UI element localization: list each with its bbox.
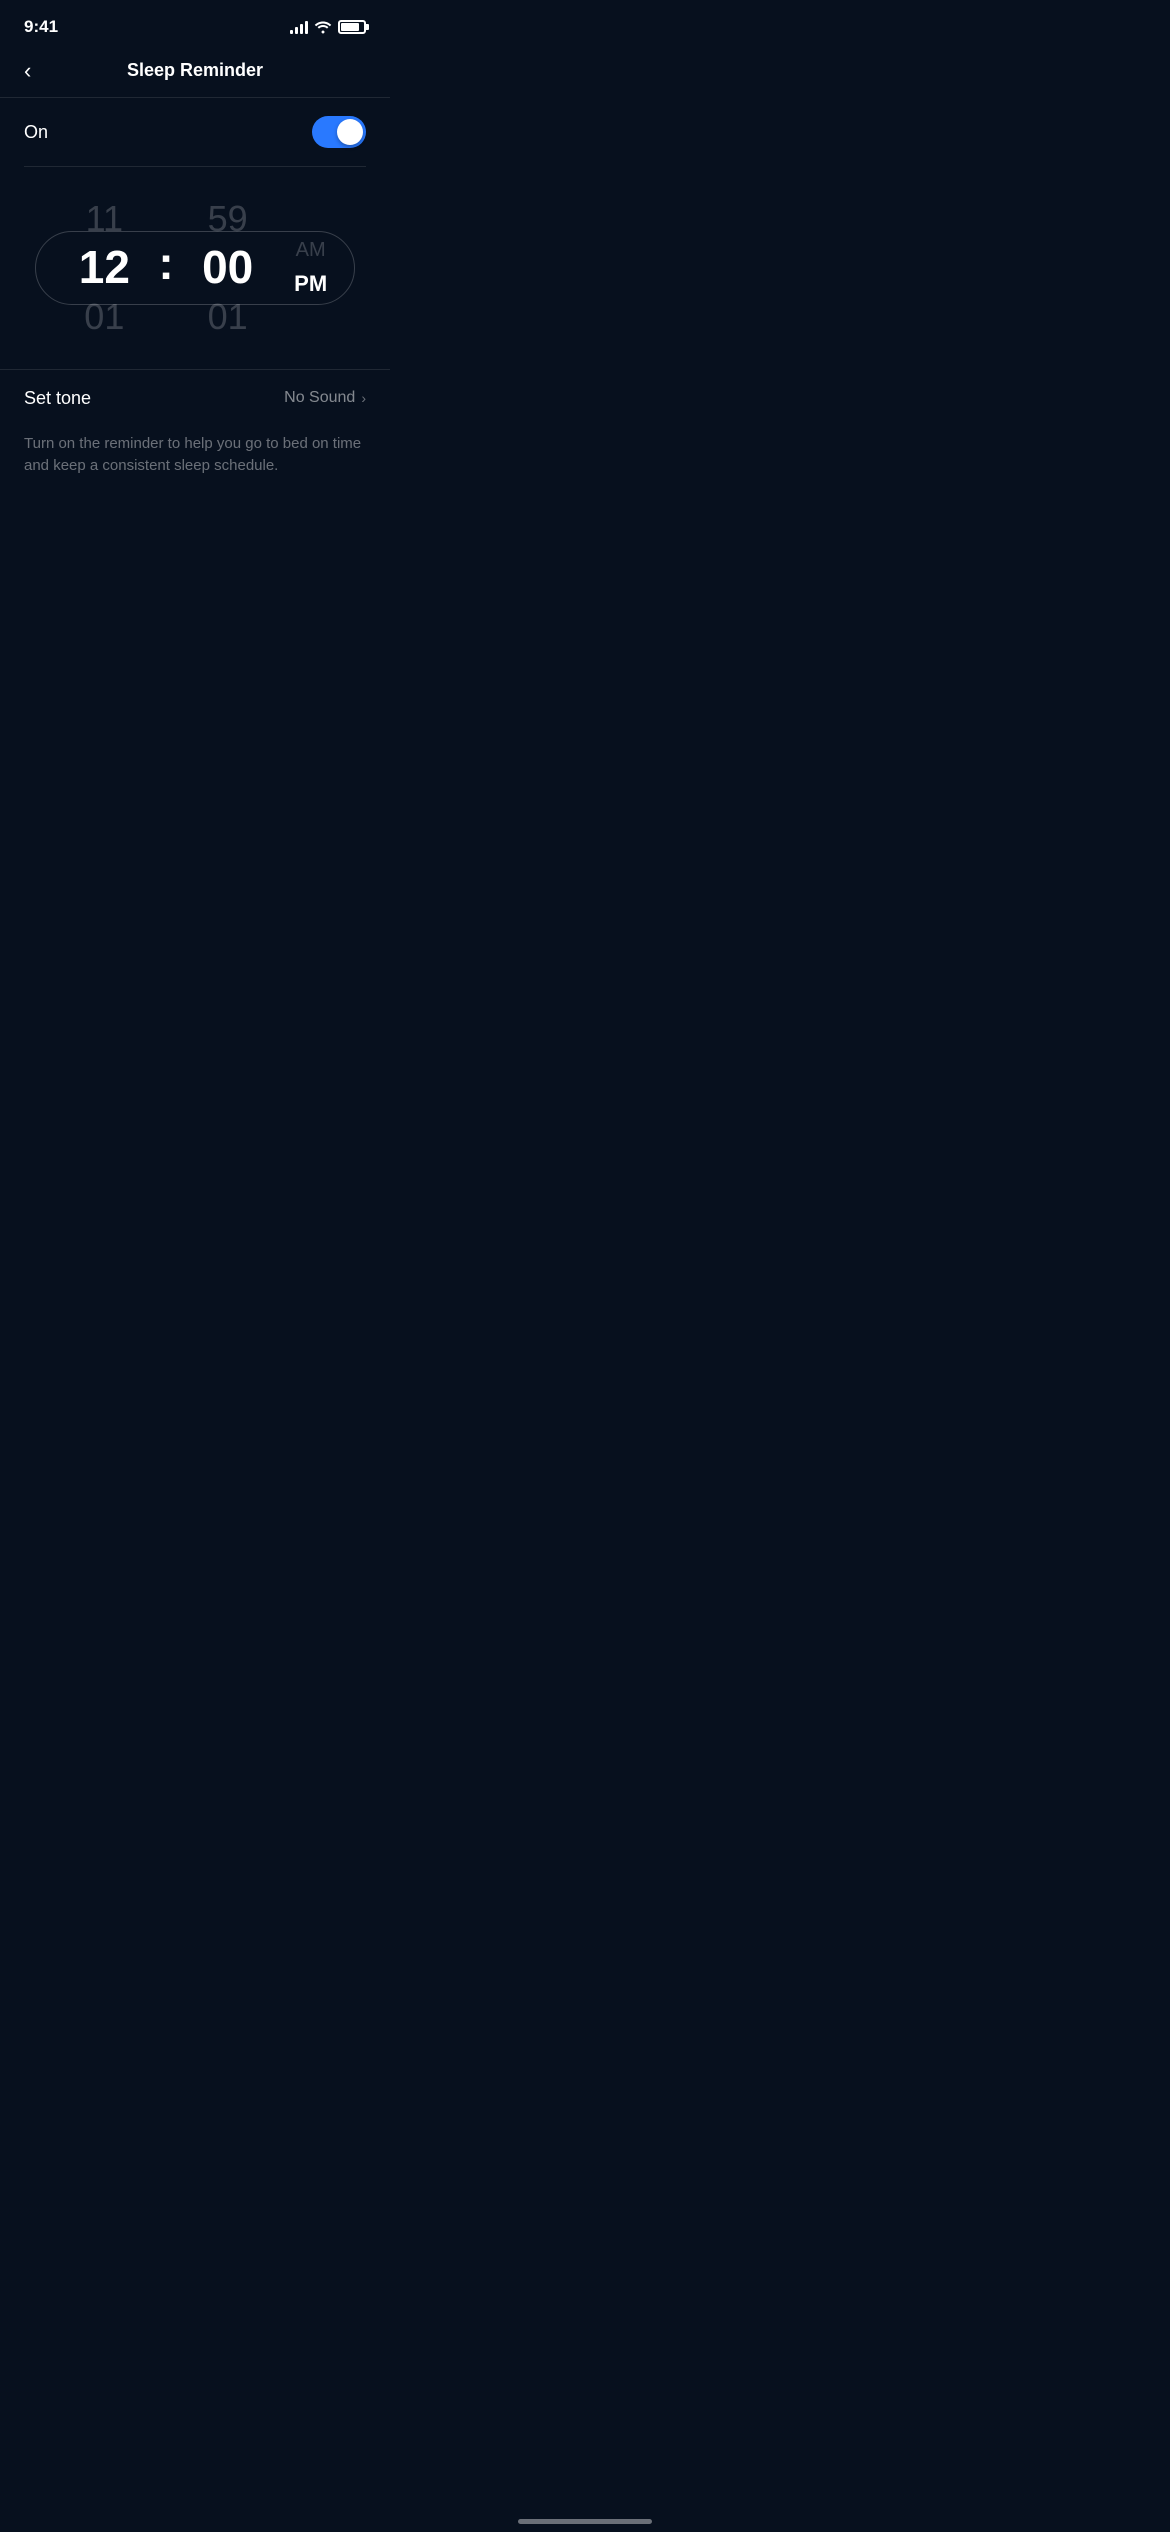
battery-icon bbox=[338, 20, 366, 34]
header-title: Sleep Reminder bbox=[127, 60, 263, 81]
toggle-row: On bbox=[0, 98, 390, 166]
back-button[interactable]: ‹ bbox=[24, 58, 31, 84]
ampm-above: AM bbox=[286, 234, 336, 266]
status-time: 9:41 bbox=[24, 17, 58, 37]
signal-bars-icon bbox=[290, 20, 308, 34]
status-icons bbox=[290, 20, 366, 34]
toggle-knob bbox=[337, 119, 363, 145]
header: ‹ Sleep Reminder bbox=[0, 50, 390, 97]
set-tone-current-value: No Sound bbox=[284, 389, 355, 407]
minute-column[interactable]: 59 00 01 bbox=[178, 197, 278, 339]
minute-selected[interactable]: 00 bbox=[178, 240, 278, 295]
ampm-selected[interactable]: PM bbox=[286, 266, 336, 301]
hour-above: 11 bbox=[54, 197, 154, 240]
home-indicator bbox=[518, 2519, 652, 2524]
time-separator: : bbox=[154, 236, 177, 290]
chevron-right-icon: › bbox=[361, 390, 366, 406]
wifi-icon bbox=[314, 20, 332, 34]
ampm-column[interactable]: AM PM bbox=[286, 234, 336, 301]
hour-column[interactable]: 11 12 01 bbox=[54, 197, 154, 339]
set-tone-value-button[interactable]: No Sound › bbox=[284, 389, 366, 407]
minute-above: 59 bbox=[178, 197, 278, 240]
toggle-label: On bbox=[24, 122, 48, 143]
minute-below: 01 bbox=[178, 295, 278, 338]
set-tone-label: Set tone bbox=[24, 388, 91, 409]
status-bar: 9:41 bbox=[0, 0, 390, 50]
set-tone-row[interactable]: Set tone No Sound › bbox=[0, 369, 390, 427]
hour-selected[interactable]: 12 bbox=[54, 240, 154, 295]
time-picker[interactable]: 11 12 01 : 59 00 01 AM PM bbox=[0, 197, 390, 339]
hour-below: 01 bbox=[54, 295, 154, 338]
sleep-reminder-toggle[interactable] bbox=[312, 116, 366, 148]
description-text: Turn on the reminder to help you go to b… bbox=[0, 427, 390, 508]
time-picker-container[interactable]: 11 12 01 : 59 00 01 AM PM bbox=[0, 167, 390, 369]
